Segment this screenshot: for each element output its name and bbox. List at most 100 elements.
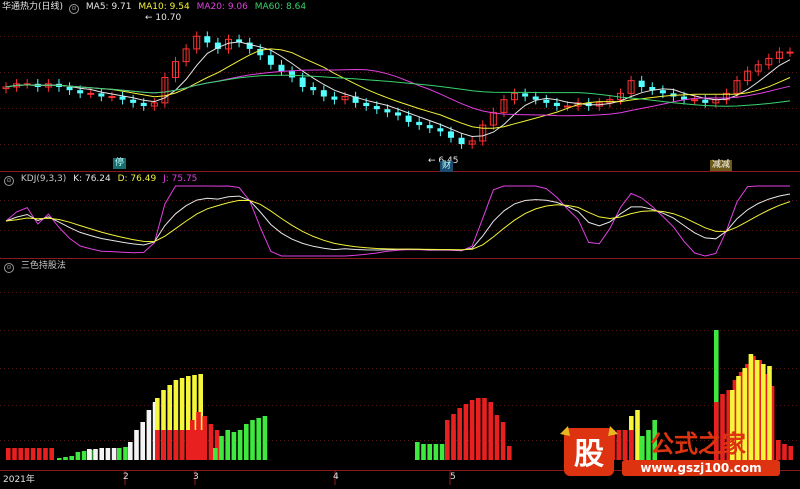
- tag-finance[interactable]: 财: [440, 161, 454, 172]
- signal-bar: [57, 458, 62, 460]
- signal-bar: [415, 442, 420, 460]
- signal-bar: [476, 398, 481, 460]
- candle-body: [204, 36, 211, 43]
- signal-bar: [146, 410, 152, 460]
- signal-bar: [219, 436, 224, 460]
- watermark-url: www.gszj100.com: [640, 461, 761, 475]
- candle-body: [405, 115, 412, 122]
- kdj-name: KDJ(9,3,3): [20, 174, 67, 184]
- candle-body: [522, 93, 529, 97]
- signal-bar: [12, 448, 17, 460]
- kdj-legend: ⊙ KDJ(9,3,3) K: 76.24 D: 76.49 J: 75.75: [2, 172, 201, 186]
- settings-icon[interactable]: ⊙: [4, 263, 14, 273]
- chart-svg: [0, 31, 800, 485]
- candle-body: [416, 121, 423, 126]
- signal-bar: [500, 422, 506, 460]
- signal-bar: [155, 430, 160, 460]
- signal-bar: [237, 430, 243, 460]
- candle-body: [310, 87, 317, 91]
- x-label: 4: [333, 472, 339, 482]
- candle-body: [691, 99, 699, 102]
- signal-bar: [788, 446, 793, 460]
- candle-body: [702, 99, 709, 103]
- signal-bar: [186, 430, 191, 460]
- candle-body: [331, 96, 338, 100]
- signal-bar: [93, 449, 98, 460]
- high-annotation: ← 10.70: [145, 13, 182, 23]
- settings-icon[interactable]: ⊙: [4, 176, 14, 186]
- candle-body: [278, 64, 285, 72]
- signal-bar: [24, 448, 30, 460]
- signal-bar: [244, 424, 249, 460]
- signal-bar: [128, 442, 133, 460]
- candle-body: [553, 102, 560, 107]
- signal-bar: [213, 448, 218, 460]
- signal-bar: [208, 424, 214, 460]
- signal-bar: [488, 402, 493, 460]
- candle-body: [447, 131, 454, 138]
- signal-bar: [494, 415, 500, 460]
- signal-bar: [427, 444, 432, 460]
- candle-body: [363, 102, 370, 107]
- signal-bar: [421, 444, 426, 460]
- bars-name: 三色持股法: [20, 261, 66, 271]
- signal-bar: [451, 430, 456, 460]
- settings-icon[interactable]: ⊙: [69, 4, 80, 14]
- signal-bar: [140, 422, 145, 460]
- signal-bar: [111, 448, 117, 460]
- signal-bar: [202, 416, 207, 460]
- signal-bar: [256, 418, 261, 460]
- signal-bar: [469, 430, 475, 460]
- signal-bar: [6, 448, 11, 460]
- candle-body: [87, 92, 95, 95]
- kdj-k-line: [5, 193, 791, 251]
- signal-bar: [49, 448, 54, 460]
- candle-body: [395, 112, 401, 116]
- signal-bar: [262, 416, 268, 460]
- tag-reduce[interactable]: 减减: [710, 160, 733, 171]
- x-label: 5: [450, 472, 456, 482]
- signal-bar: [43, 448, 48, 460]
- candle-body: [320, 90, 327, 97]
- signal-bar: [433, 444, 439, 460]
- signal-bar: [173, 430, 179, 460]
- signal-bar: [225, 430, 230, 460]
- candle-body: [638, 80, 645, 87]
- tag-stop[interactable]: 停: [113, 158, 127, 169]
- signal-bar: [231, 432, 237, 460]
- signal-bar: [439, 444, 445, 460]
- high-value: 10.70: [155, 13, 182, 23]
- horn-right-icon: [608, 426, 618, 436]
- x-label: 2: [123, 472, 129, 482]
- kdj-j: J: 75.75: [163, 174, 198, 184]
- signal-bar: [87, 449, 92, 460]
- signal-bar: [457, 430, 462, 460]
- bars-legend: ⊙ 三色持股法: [2, 259, 70, 273]
- candle-body: [373, 106, 380, 110]
- watermark-title: 公式之家: [650, 430, 746, 458]
- candle-body: [267, 55, 274, 65]
- candle-body: [532, 96, 539, 100]
- x-label: 2021年: [3, 475, 35, 485]
- ma60-legend: MA60: 8.64: [254, 2, 307, 12]
- candle-body: [786, 51, 794, 54]
- candle-body: [108, 96, 116, 99]
- signal-bar: [69, 456, 74, 460]
- kdj-j-line: [5, 185, 790, 257]
- ma10-legend: MA10: 9.54: [138, 2, 190, 12]
- candle-body: [426, 125, 433, 129]
- logo-text: 股: [574, 437, 604, 472]
- signal-bar: [445, 430, 450, 460]
- signal-bar: [482, 398, 487, 460]
- price-legend: 华通热力(日线) ⊙ MA5: 9.71 MA10: 9.54 MA20: 9.0…: [2, 0, 310, 14]
- signal-bar: [117, 448, 122, 460]
- chart-stage: [0, 0, 800, 485]
- candle-body: [289, 71, 296, 78]
- signal-bar: [192, 430, 197, 460]
- signal-bar: [463, 430, 469, 460]
- candle-body: [77, 90, 84, 94]
- signal-bar: [507, 446, 512, 460]
- candle-body: [458, 137, 465, 145]
- signal-bar: [63, 457, 68, 460]
- signal-bar: [99, 448, 104, 460]
